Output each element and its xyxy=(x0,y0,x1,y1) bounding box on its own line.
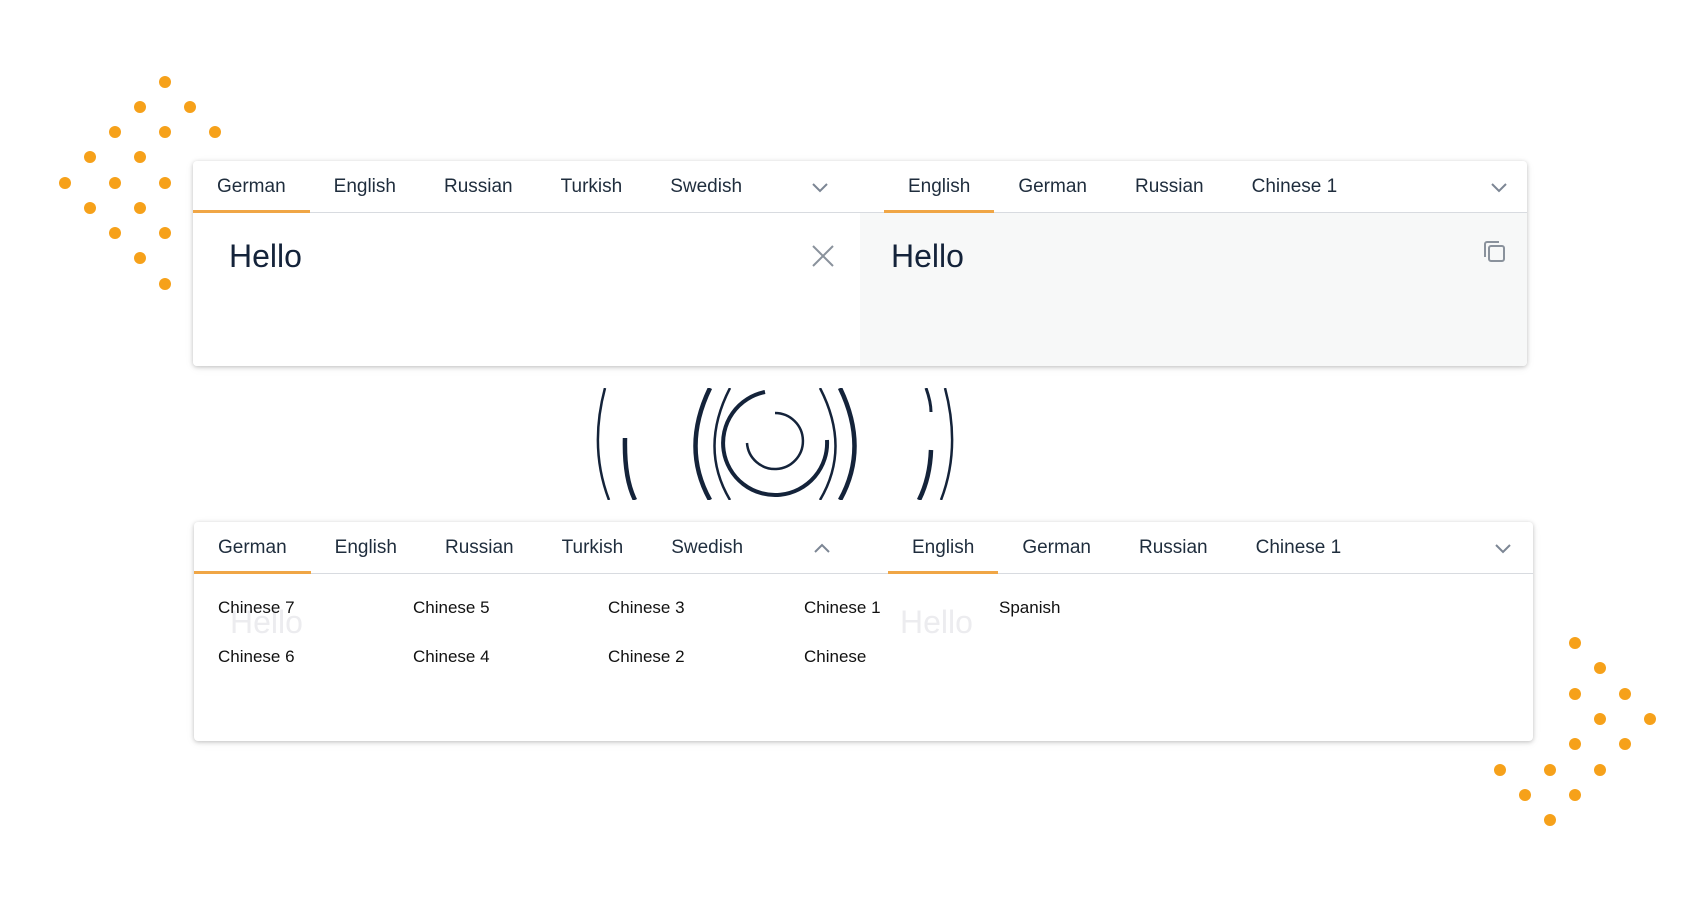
source-text[interactable]: Hello xyxy=(229,238,302,275)
decorative-dot xyxy=(184,101,196,113)
target-language-tabs: English German Russian Chinese 1 xyxy=(888,522,1366,574)
tab-source-swedish[interactable]: Swedish xyxy=(647,522,767,573)
language-option-chinese-6[interactable]: Chinese 6 xyxy=(218,647,295,667)
language-option-chinese-3[interactable]: Chinese 3 xyxy=(608,598,685,618)
decorative-dot xyxy=(1519,789,1531,801)
decorative-dot xyxy=(1544,814,1556,826)
decorative-dot xyxy=(134,101,146,113)
decorative-dot xyxy=(1569,637,1581,649)
tab-source-turkish[interactable]: Turkish xyxy=(538,522,648,573)
decorative-dot xyxy=(1544,764,1556,776)
tab-target-english[interactable]: English xyxy=(888,522,999,574)
chevron-down-icon[interactable] xyxy=(807,174,833,200)
decorative-dot xyxy=(1644,713,1656,725)
decorative-dot xyxy=(134,151,146,163)
language-dropdown: Hello Hello Chinese 7 Chinese 6 Chinese … xyxy=(194,574,1533,741)
decorative-dot xyxy=(1569,688,1581,700)
tab-source-russian[interactable]: Russian xyxy=(421,522,538,573)
tab-source-russian[interactable]: Russian xyxy=(420,161,537,212)
decorative-dot xyxy=(84,151,96,163)
decorative-dot xyxy=(159,76,171,88)
tab-target-russian[interactable]: Russian xyxy=(1111,161,1228,212)
close-icon[interactable] xyxy=(809,242,837,270)
decorative-dot xyxy=(134,252,146,264)
chevron-down-icon[interactable] xyxy=(1490,535,1516,561)
tab-target-german[interactable]: German xyxy=(998,522,1115,573)
source-input-area[interactable]: Hello xyxy=(193,213,860,366)
language-option-chinese-7[interactable]: Chinese 7 xyxy=(218,598,295,618)
decorative-dot xyxy=(109,126,121,138)
decorative-dot xyxy=(1569,738,1581,750)
tab-source-turkish[interactable]: Turkish xyxy=(537,161,647,212)
decorative-dot xyxy=(1619,688,1631,700)
tab-bar: German English Russian Turkish Swedish E… xyxy=(194,522,1533,574)
decorative-dot xyxy=(1619,738,1631,750)
translated-text: Hello xyxy=(891,238,964,274)
language-option-chinese-1[interactable]: Chinese 1 xyxy=(804,598,881,618)
chevron-down-icon[interactable] xyxy=(1486,174,1512,200)
tab-bar: German English Russian Turkish Swedish E… xyxy=(193,161,1527,213)
tab-target-russian[interactable]: Russian xyxy=(1115,522,1232,573)
translator-panel-top: German English Russian Turkish Swedish E… xyxy=(193,161,1527,366)
tab-source-german[interactable]: German xyxy=(193,161,310,213)
language-option-chinese-4[interactable]: Chinese 4 xyxy=(413,647,490,667)
decorative-dot xyxy=(109,177,121,189)
language-option-chinese[interactable]: Chinese xyxy=(804,647,866,667)
decorative-dot xyxy=(159,126,171,138)
chevron-up-icon[interactable] xyxy=(809,535,835,561)
decorative-dot xyxy=(209,126,221,138)
language-option-chinese-5[interactable]: Chinese 5 xyxy=(413,598,490,618)
decorative-dot xyxy=(84,202,96,214)
decorative-dot xyxy=(159,278,171,290)
decorative-dot xyxy=(159,177,171,189)
decorative-dot xyxy=(109,227,121,239)
tab-target-chinese-1[interactable]: Chinese 1 xyxy=(1228,161,1362,212)
decorative-dot xyxy=(59,177,71,189)
tab-source-german[interactable]: German xyxy=(194,522,311,574)
decorative-dot xyxy=(1494,764,1506,776)
decorative-dot xyxy=(1594,662,1606,674)
decorative-dot xyxy=(1569,789,1581,801)
translator-panel-bottom: German English Russian Turkish Swedish E… xyxy=(194,522,1533,741)
decorative-dot xyxy=(134,202,146,214)
translation-output-area: Hello xyxy=(860,213,1527,366)
decorative-dot xyxy=(159,227,171,239)
tab-target-chinese-1[interactable]: Chinese 1 xyxy=(1232,522,1366,573)
copy-icon[interactable] xyxy=(1480,237,1510,267)
source-language-tabs: German English Russian Turkish Swedish xyxy=(194,522,767,574)
source-language-tabs: German English Russian Turkish Swedish xyxy=(193,161,766,213)
language-option-chinese-2[interactable]: Chinese 2 xyxy=(608,647,685,667)
language-option-spanish[interactable]: Spanish xyxy=(999,598,1060,618)
tab-target-german[interactable]: German xyxy=(994,161,1111,212)
target-language-tabs: English German Russian Chinese 1 xyxy=(884,161,1362,213)
decorative-dot xyxy=(1594,713,1606,725)
decorative-dot xyxy=(1594,764,1606,776)
ghost-target-text: Hello xyxy=(900,604,973,640)
tab-source-english[interactable]: English xyxy=(311,522,421,573)
tab-source-swedish[interactable]: Swedish xyxy=(646,161,766,212)
tab-source-english[interactable]: English xyxy=(310,161,420,212)
sound-wave-icon[interactable] xyxy=(595,388,955,500)
tab-target-english[interactable]: English xyxy=(884,161,995,213)
